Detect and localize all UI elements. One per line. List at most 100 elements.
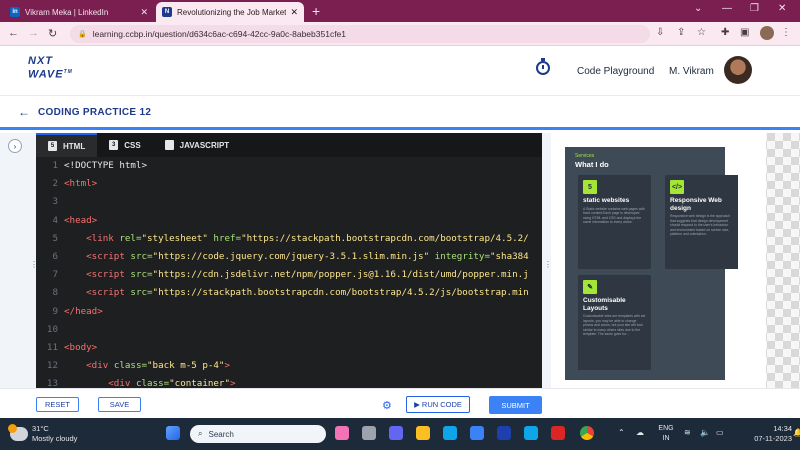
code-line[interactable]: 6 <script src="https://code.jquery.com/j… bbox=[36, 248, 542, 266]
copilot-icon[interactable] bbox=[335, 426, 349, 440]
wifi-icon[interactable]: ≋ bbox=[684, 428, 691, 437]
windows-start-icon[interactable] bbox=[166, 426, 180, 440]
system-clock[interactable]: 14:34 07-11-2023 bbox=[748, 424, 792, 444]
code-text: <div class="container"> bbox=[64, 375, 236, 388]
run-code-button[interactable]: ▶ RUN CODE bbox=[406, 396, 470, 413]
forward-icon[interactable]: → bbox=[28, 27, 39, 39]
input-language[interactable]: ENG IN bbox=[656, 424, 676, 444]
submit-button[interactable]: SUBMIT bbox=[489, 396, 542, 414]
code-token: <html> bbox=[64, 178, 98, 190]
onedrive-cloud-icon[interactable]: ☁ bbox=[636, 428, 644, 437]
mail-icon[interactable] bbox=[497, 426, 511, 440]
line-number: 11 bbox=[46, 341, 58, 353]
minimize-icon[interactable]: — bbox=[722, 3, 732, 14]
save-button[interactable]: SAVE bbox=[98, 397, 141, 412]
close-window-icon[interactable]: ✕ bbox=[778, 3, 786, 14]
card-title: Responsive Web design bbox=[670, 197, 722, 212]
code-playground-link[interactable]: Code Playground bbox=[577, 66, 654, 77]
close-tab-icon[interactable]: ✕ bbox=[140, 7, 148, 18]
new-tab-icon[interactable]: + bbox=[312, 2, 320, 20]
weather-desc: Mostly cloudy bbox=[32, 434, 78, 443]
task-view-icon[interactable] bbox=[362, 426, 376, 440]
code-icon: </> bbox=[670, 180, 684, 194]
code-line[interactable]: 2 <html> bbox=[36, 175, 542, 193]
right-resize-handle-icon[interactable]: ⋮ bbox=[544, 261, 552, 269]
reset-button[interactable]: RESET bbox=[36, 397, 79, 412]
line-number: 7 bbox=[52, 269, 58, 281]
code-text: <div class="back m-5 p-4"> bbox=[64, 357, 230, 375]
edge-browser-icon[interactable] bbox=[443, 426, 457, 440]
tab-label: HTML bbox=[63, 141, 86, 151]
file-explorer-icon[interactable] bbox=[416, 426, 430, 440]
tab-javascript[interactable]: JAVASCRIPT bbox=[153, 133, 242, 157]
editor-tabs: 5 HTML 3 CSS JAVASCRIPT bbox=[36, 133, 542, 157]
side-panel-icon[interactable]: ▣ bbox=[740, 27, 749, 38]
install-app-icon[interactable]: ⇩ bbox=[656, 27, 664, 38]
tab-search-chevron-icon[interactable]: ⌄ bbox=[694, 3, 702, 14]
code-line[interactable]: 11 <body> bbox=[36, 339, 542, 357]
code-lines[interactable]: 1 <!DOCTYPE html> 2 <html> 3 4 <head> 5 <link r… bbox=[36, 157, 542, 388]
battery-icon[interactable]: ▭ bbox=[716, 428, 724, 437]
notification-bell-icon[interactable]: 🔔 bbox=[793, 428, 800, 437]
code-line[interactable]: 3 bbox=[36, 193, 542, 211]
code-token: class= bbox=[113, 360, 148, 372]
extensions-icon[interactable]: ✚ bbox=[721, 27, 729, 38]
code-token: > bbox=[230, 378, 236, 388]
browser-tab-active[interactable]: N Revolutionizing the Job Market | ✕ bbox=[156, 2, 304, 22]
left-resize-handle-icon[interactable]: ⋮ bbox=[30, 261, 38, 269]
tab-css[interactable]: 3 CSS bbox=[97, 133, 152, 157]
tray-overflow-chevron-icon[interactable]: ⌃ bbox=[618, 428, 625, 437]
browser-menu-icon[interactable]: ⋮ bbox=[781, 27, 791, 38]
code-line[interactable]: 12 <div class="back m-5 p-4"> bbox=[36, 357, 542, 375]
mcafee-icon[interactable] bbox=[551, 426, 565, 440]
code-token: "https://cdn.jsdelivr.net/npm/popper.js@… bbox=[152, 269, 529, 281]
close-tab-icon[interactable]: ✕ bbox=[290, 7, 298, 18]
share-icon[interactable]: ⇪ bbox=[677, 27, 685, 38]
code-line[interactable]: 1 <!DOCTYPE html> bbox=[36, 157, 542, 175]
back-arrow-icon[interactable]: ← bbox=[18, 105, 30, 119]
code-line[interactable]: 7 <script src="https://cdn.jsdelivr.net/… bbox=[36, 266, 542, 284]
user-avatar[interactable] bbox=[724, 56, 752, 84]
code-line[interactable]: 13 <div class="container"> bbox=[36, 375, 542, 388]
settings-gear-icon[interactable]: ⚙ bbox=[382, 399, 392, 412]
taskbar-search[interactable]: ⌕ Search bbox=[190, 425, 326, 443]
code-line[interactable]: 10 bbox=[36, 321, 542, 339]
expand-panel-chevron-icon[interactable]: › bbox=[8, 139, 22, 153]
code-line[interactable]: 8 <script src="https://stackpath.bootstr… bbox=[36, 284, 542, 302]
url-field[interactable]: 🔒 learning.ccbp.in/question/d634c6ac-c69… bbox=[70, 25, 650, 43]
code-token: href= bbox=[213, 232, 242, 244]
timer-icon[interactable] bbox=[536, 58, 550, 75]
code-editor[interactable]: 5 HTML 3 CSS JAVASCRIPT 1 <!DOCTYPE html>… bbox=[36, 133, 542, 388]
maximize-icon[interactable]: ❐ bbox=[750, 3, 759, 14]
code-token: <script bbox=[86, 287, 131, 299]
workspace: › ⋮ ⋮ 5 HTML 3 CSS JAVASCRIPT 1 <!DOCTYPE… bbox=[0, 133, 800, 417]
volume-icon[interactable]: 🔈 bbox=[700, 428, 710, 437]
store-icon[interactable] bbox=[470, 426, 484, 440]
css3-icon: 3 bbox=[109, 140, 119, 150]
card-description: Responsive web design is the approach th… bbox=[670, 214, 730, 237]
code-line[interactable]: 4 <head> bbox=[36, 212, 542, 230]
code-token: <body> bbox=[64, 341, 98, 353]
code-line[interactable]: 5 <link rel="stylesheet" href="https://s… bbox=[36, 230, 542, 248]
reload-icon[interactable]: ↻ bbox=[48, 27, 57, 40]
browser-profile-avatar[interactable] bbox=[760, 26, 774, 40]
line-number: 9 bbox=[52, 305, 58, 317]
teams-chat-icon[interactable] bbox=[389, 426, 403, 440]
tab-label: CSS bbox=[124, 140, 141, 150]
app-icon[interactable] bbox=[524, 426, 538, 440]
weather-widget[interactable]: 31°C Mostly cloudy bbox=[8, 424, 78, 444]
browser-tab-linkedin[interactable]: in Vikram Meka | LinkedIn ✕ bbox=[4, 2, 154, 22]
code-text: <head> bbox=[64, 212, 97, 230]
back-icon[interactable]: ← bbox=[8, 27, 19, 39]
chrome-icon[interactable] bbox=[580, 426, 594, 440]
service-card: </> Responsive Web design Responsive web… bbox=[665, 175, 738, 269]
tab-html[interactable]: 5 HTML bbox=[36, 133, 98, 157]
html5-icon: 5 bbox=[583, 180, 597, 194]
code-line[interactable]: 9 </head> bbox=[36, 303, 542, 321]
code-token: src= bbox=[130, 287, 153, 299]
nxtwave-logo[interactable]: NXT WAVETM bbox=[28, 56, 73, 81]
bookmark-star-icon[interactable]: ☆ bbox=[697, 27, 706, 38]
linkedin-favicon-icon: in bbox=[10, 7, 20, 17]
